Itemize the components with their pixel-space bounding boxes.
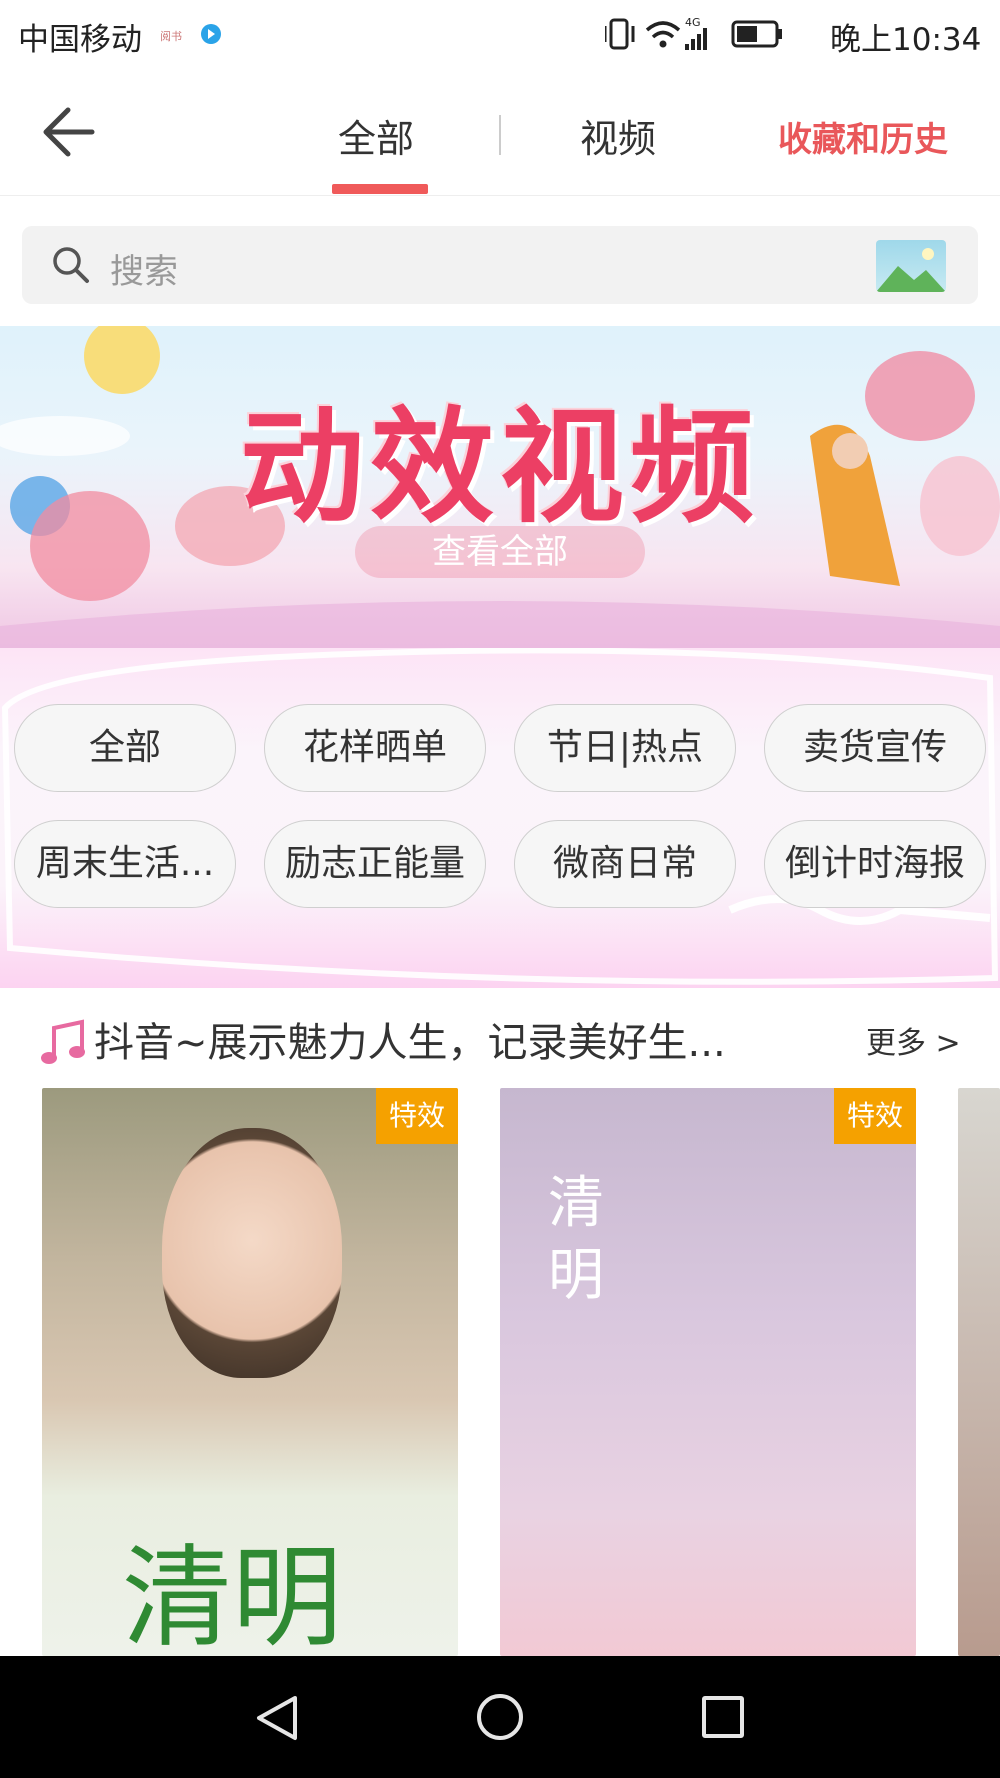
- play-notification-icon: [201, 24, 221, 44]
- battery-icon: [731, 20, 782, 48]
- top-navigation: 全部 视频 收藏和历史: [0, 70, 1000, 196]
- network-type: 4G: [685, 16, 701, 29]
- card-thumbnail: [162, 1128, 342, 1378]
- banner-title: 动效视频: [239, 396, 760, 540]
- search-placeholder: 搜索: [110, 252, 178, 292]
- banner-view-all[interactable]: 查看全部: [355, 526, 645, 578]
- template-card[interactable]: 清明 特效: [42, 1088, 458, 1656]
- tab-video[interactable]: 视频: [580, 108, 656, 163]
- more-link[interactable]: 更多 >: [866, 1018, 961, 1062]
- effect-badge: 特效: [834, 1088, 916, 1144]
- image-search-icon[interactable]: [876, 240, 946, 292]
- category-chip-countdown[interactable]: 倒计时海报: [764, 820, 986, 908]
- category-chip-showcase[interactable]: 花样晒单: [264, 704, 486, 792]
- active-tab-indicator: [332, 184, 428, 194]
- carrier-name: 中国移动: [18, 22, 142, 58]
- reader-badge-icon: 阅书: [160, 30, 182, 43]
- category-chip-all[interactable]: 全部: [14, 704, 236, 792]
- effect-badge: 特效: [376, 1088, 458, 1144]
- category-chip-weekend[interactable]: 周末生活...: [14, 820, 236, 908]
- tab-all[interactable]: 全部: [338, 108, 414, 163]
- category-chip-motivation[interactable]: 励志正能量: [264, 820, 486, 908]
- system-status-icons: 4G: [605, 16, 782, 50]
- category-chip-holiday[interactable]: 节日|热点: [514, 704, 736, 792]
- section-title: 抖音~展示魅力人生，记录美好生...: [94, 1020, 726, 1066]
- wifi-icon: [645, 21, 681, 48]
- card-title: 清明: [548, 1171, 604, 1308]
- clock: 晚上10:34: [830, 22, 982, 58]
- search-icon: [53, 247, 89, 283]
- category-chip-sales[interactable]: 卖货宣传: [764, 704, 986, 792]
- highlight-scribble: [1, 648, 999, 985]
- vibrate-icon: [605, 18, 635, 50]
- nav-recents-icon[interactable]: [702, 1696, 744, 1738]
- category-chip-wechat-business[interactable]: 微商日常: [514, 820, 736, 908]
- music-note-icon: [41, 1019, 85, 1064]
- search-input[interactable]: 搜索: [22, 226, 978, 304]
- template-card[interactable]: 清明 特效: [500, 1088, 916, 1656]
- favorites-history-link[interactable]: 收藏和历史: [778, 112, 948, 161]
- nav-home-icon[interactable]: [477, 1694, 523, 1740]
- template-card[interactable]: [958, 1088, 1000, 1656]
- tab-divider: [499, 115, 501, 155]
- status-bar: 中国移动 阅书 4G 晚上10:34: [0, 0, 1000, 70]
- category-section: 全部 花样晒单 节日|热点 卖货宣传 周末生活... 励志正能量 微商日常 倒计…: [0, 648, 1000, 988]
- template-grid: 清明 特效 清明 特效: [0, 1088, 1000, 1656]
- back-arrow-icon[interactable]: [38, 102, 98, 162]
- nav-back-icon[interactable]: [255, 1694, 299, 1742]
- system-navigation-bar: [0, 1656, 1000, 1778]
- promo-banner[interactable]: 动效视频 查看全部: [0, 326, 1000, 648]
- card-title: 清明: [122, 1534, 342, 1656]
- section-header: 抖音~展示魅力人生，记录美好生... 更多 >: [0, 988, 1000, 1088]
- signal-icon: [685, 28, 707, 50]
